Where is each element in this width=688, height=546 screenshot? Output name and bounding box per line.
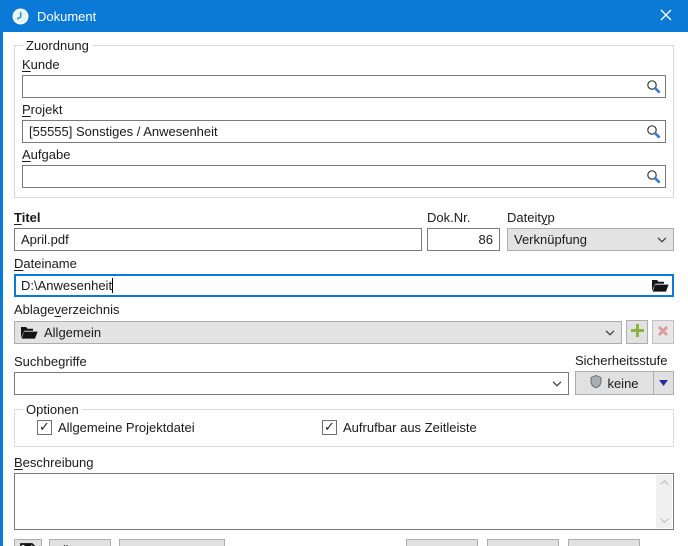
- kunde-label: Kunde: [22, 57, 666, 73]
- close-button[interactable]: [643, 0, 688, 32]
- doknr-value: 86: [479, 232, 493, 247]
- save-and-new-button[interactable]: Speichern & Neu: [119, 539, 225, 546]
- suchbegriffe-row: Suchbegriffe Sicherheitsstufe keine: [14, 349, 674, 395]
- scroll-down-icon[interactable]: [656, 513, 672, 528]
- projekt-input[interactable]: [55555] Sonstiges / Anwesenheit: [22, 120, 666, 143]
- vertical-scrollbar[interactable]: [656, 475, 672, 528]
- zuordnung-group-label: Zuordnung: [23, 38, 92, 53]
- aufgabe-input[interactable]: [22, 165, 666, 188]
- sicherheitsstufe-main[interactable]: keine: [576, 372, 653, 394]
- kunde-input[interactable]: [22, 75, 666, 98]
- beschreibung-block: Beschreibung: [14, 455, 674, 530]
- beschreibung-label: Beschreibung: [14, 455, 674, 471]
- clock-app-icon[interactable]: [12, 8, 29, 25]
- footer-buttons: Öffnen Speichern & Neu Speichern Abbruch…: [14, 539, 674, 546]
- checkbox-label: Allgemeine Projektdatei: [58, 420, 195, 435]
- checkbox-label: Aufrufbar aus Zeitleiste: [343, 420, 477, 435]
- plus-icon: [631, 324, 644, 340]
- aufgabe-label: Aufgabe: [22, 147, 666, 163]
- dateiname-input[interactable]: D:\Anwesenheit: [14, 274, 674, 297]
- ablageverzeichnis-label: Ablageverzeichnis: [14, 302, 674, 318]
- shield-icon: [590, 375, 602, 391]
- text-caret: [112, 278, 113, 293]
- close-icon: [660, 9, 672, 24]
- add-directory-button[interactable]: [626, 320, 648, 344]
- folder-icon: [21, 326, 38, 340]
- checkbox-icon[interactable]: [37, 420, 52, 435]
- sicherheitsstufe-label: Sicherheitsstufe: [575, 353, 674, 369]
- suchbegriffe-input[interactable]: [14, 372, 569, 395]
- floppy-disk-icon: [20, 543, 36, 546]
- save-button[interactable]: Speichern: [406, 539, 478, 546]
- save-icon-button[interactable]: [14, 539, 42, 546]
- projekt-value: [55555] Sonstiges / Anwesenheit: [29, 124, 646, 139]
- titel-row: Titel April.pdf Dok.Nr. 86 Dateityp Verk…: [14, 206, 674, 251]
- titel-label: Titel: [14, 210, 422, 226]
- title-bar[interactable]: Dokument: [3, 0, 688, 32]
- projekt-label: Projekt: [22, 102, 666, 118]
- search-icon[interactable]: [646, 79, 661, 94]
- dialog-content: Zuordnung Kunde Projekt [55555] Sonstige…: [3, 38, 688, 546]
- ablageverzeichnis-dropdown[interactable]: Allgemein: [14, 321, 622, 344]
- doknr-input[interactable]: 86: [427, 228, 500, 251]
- beschreibung-input[interactable]: [14, 473, 674, 530]
- ablageverzeichnis-block: Ablageverzeichnis Allgemein: [14, 302, 674, 344]
- search-icon[interactable]: [646, 124, 661, 139]
- window-title: Dokument: [37, 9, 96, 24]
- sicherheitsstufe-button[interactable]: keine: [575, 371, 674, 395]
- sicherheitsstufe-value: keine: [607, 376, 638, 391]
- open-button[interactable]: Öffnen: [49, 539, 111, 546]
- remove-directory-button[interactable]: [652, 320, 674, 344]
- cancel-button[interactable]: Abbruch: [487, 539, 559, 546]
- doknr-label: Dok.Nr.: [427, 210, 500, 226]
- chevron-down-icon: [657, 237, 667, 243]
- dateiname-block: Dateiname D:\Anwesenheit: [14, 256, 674, 297]
- dokument-dialog: Dokument Zuordnung Kunde Projekt [55555]…: [0, 0, 688, 546]
- chevron-down-icon: [552, 381, 562, 387]
- checkbox-aufrufbar-aus-zeitleiste[interactable]: Aufrufbar aus Zeitleiste: [322, 420, 477, 435]
- delete-x-icon: [657, 325, 669, 340]
- chevron-down-icon: [605, 330, 615, 336]
- zuordnung-group: Zuordnung Kunde Projekt [55555] Sonstige…: [14, 38, 674, 198]
- folder-browse-icon[interactable]: [652, 279, 669, 293]
- scroll-up-icon[interactable]: [656, 475, 672, 490]
- dateiname-value: D:\Anwesenheit: [21, 278, 652, 293]
- optionen-group: Optionen Allgemeine Projektdatei Aufrufb…: [14, 402, 674, 447]
- dateiname-label: Dateiname: [14, 256, 674, 272]
- checkbox-icon[interactable]: [322, 420, 337, 435]
- titel-value: April.pdf: [21, 232, 417, 247]
- search-icon[interactable]: [646, 169, 661, 184]
- help-button[interactable]: Hilfe: [568, 539, 640, 546]
- titel-input[interactable]: April.pdf: [14, 228, 422, 251]
- optionen-group-label: Optionen: [23, 402, 82, 417]
- suchbegriffe-label: Suchbegriffe: [14, 354, 569, 370]
- checkbox-allgemeine-projektdatei[interactable]: Allgemeine Projektdatei: [37, 420, 322, 435]
- ablageverzeichnis-value: Allgemein: [44, 325, 605, 340]
- dateityp-value: Verknüpfung: [514, 232, 657, 247]
- dateityp-label: Dateityp: [507, 210, 674, 226]
- sicherheitsstufe-dropdown-arrow[interactable]: [653, 372, 673, 394]
- dateityp-dropdown[interactable]: Verknüpfung: [507, 228, 674, 251]
